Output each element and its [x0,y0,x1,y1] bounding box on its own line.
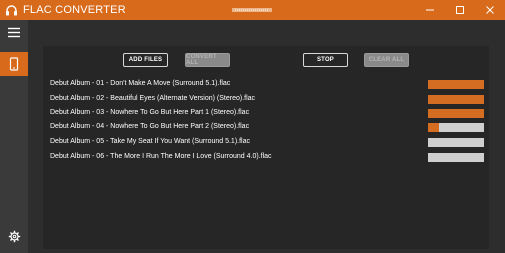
add-files-button[interactable]: ADD FILES [123,53,168,67]
gear-icon [8,230,20,242]
file-name: Debut Album - 05 - Take My Seat If You W… [50,138,250,145]
progress-fill [428,123,440,132]
list-item[interactable]: Debut Album - 03 - Nowhere To Go But Her… [43,106,489,120]
sidebar [0,20,28,253]
file-name: Debut Album - 01 - Don't Make A Move (Su… [50,80,231,87]
close-button[interactable] [475,0,505,20]
stop-button[interactable]: STOP [303,53,348,67]
window-controls [415,0,505,20]
list-item[interactable]: Debut Album - 02 - Beautiful Eyes (Alter… [43,92,489,106]
maximize-icon [456,6,464,14]
progress-fill [428,109,484,118]
convert-all-button[interactable]: CONVERT ALL [185,53,230,67]
file-name: Debut Album - 06 - The More I Run The Mo… [50,153,272,160]
progress-fill [428,80,484,89]
clear-all-button[interactable]: CLEAR ALL [364,53,409,67]
list-item[interactable]: Debut Album - 06 - The More I Run The Mo… [43,150,489,164]
minimize-button[interactable] [415,0,445,20]
minimize-icon [426,9,434,11]
settings-button[interactable] [0,224,28,248]
list-item[interactable]: Debut Album - 01 - Don't Make A Move (Su… [43,77,489,91]
phone-icon [9,57,19,71]
progress-bar [428,138,484,147]
app-title: FLAC CONVERTER [23,4,126,16]
close-icon [486,6,494,14]
list-item[interactable]: Debut Album - 05 - Take My Seat If You W… [43,135,489,149]
hamburger-menu-icon [8,27,20,37]
list-item[interactable]: Debut Album - 04 - Nowhere To Go But Her… [43,120,489,134]
progress-bar [428,109,484,118]
hamburger-menu-button[interactable] [0,20,28,44]
progress-bar [428,123,484,132]
progress-fill [428,95,484,104]
maximize-button[interactable] [445,0,475,20]
app-window: FLAC CONVERTER ADD FILES CONVERT ALL STO… [0,0,505,253]
progress-bar [428,80,484,89]
file-name: Debut Album - 04 - Nowhere To Go But Her… [50,123,250,130]
file-name: Debut Album - 02 - Beautiful Eyes (Alter… [50,95,256,102]
headphones-icon [4,3,18,17]
progress-bar [428,153,484,162]
progress-bar [428,95,484,104]
title-bar[interactable]: FLAC CONVERTER [0,0,505,20]
title-grip-icon [232,0,272,12]
file-name: Debut Album - 03 - Nowhere To Go But Her… [50,109,250,116]
sidebar-item-converter[interactable] [0,52,28,76]
